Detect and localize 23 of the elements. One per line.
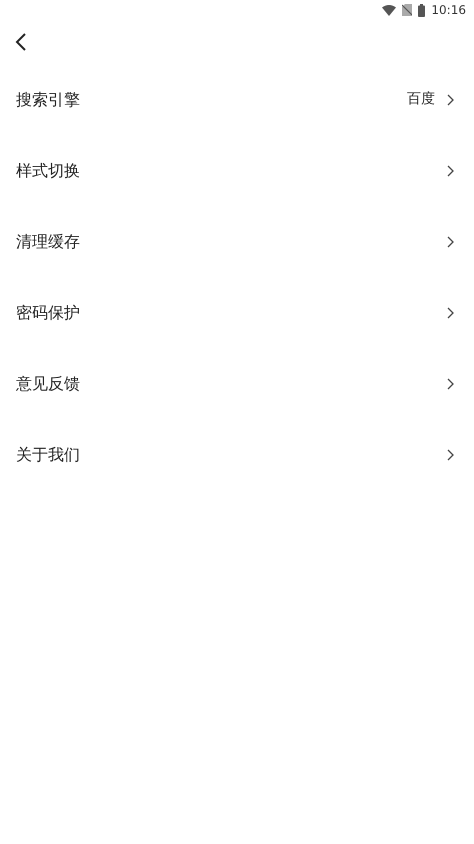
- wifi-icon: [382, 4, 396, 16]
- settings-row[interactable]: 样式切换: [0, 135, 474, 206]
- row-label: 清理缓存: [16, 230, 81, 252]
- chevron-icon: [447, 236, 454, 248]
- chevron-icon: [447, 448, 454, 460]
- row-label: 样式切换: [16, 160, 81, 182]
- chevron-icon: [447, 306, 454, 318]
- chevron-icon: [447, 94, 454, 106]
- settings-row[interactable]: 搜索引擎 百度: [0, 64, 474, 135]
- settings-row[interactable]: 密码保护: [0, 277, 474, 348]
- row-label: 意见反馈: [16, 372, 81, 394]
- settings-row[interactable]: 意见反馈: [0, 348, 474, 419]
- battery-icon: [418, 4, 426, 16]
- no-sim-icon: [402, 4, 412, 16]
- row-label: 关于我们: [16, 444, 81, 466]
- row-label: 密码保护: [16, 302, 81, 324]
- row-label: 搜索引擎: [16, 88, 81, 110]
- status-time: 10:16: [431, 2, 466, 19]
- settings-row[interactable]: 关于我们: [0, 419, 474, 490]
- row-value: 百度: [407, 90, 435, 109]
- chevron-icon: [447, 378, 454, 390]
- chevron-icon: [447, 164, 454, 176]
- settings-row[interactable]: 清理缓存: [0, 206, 474, 277]
